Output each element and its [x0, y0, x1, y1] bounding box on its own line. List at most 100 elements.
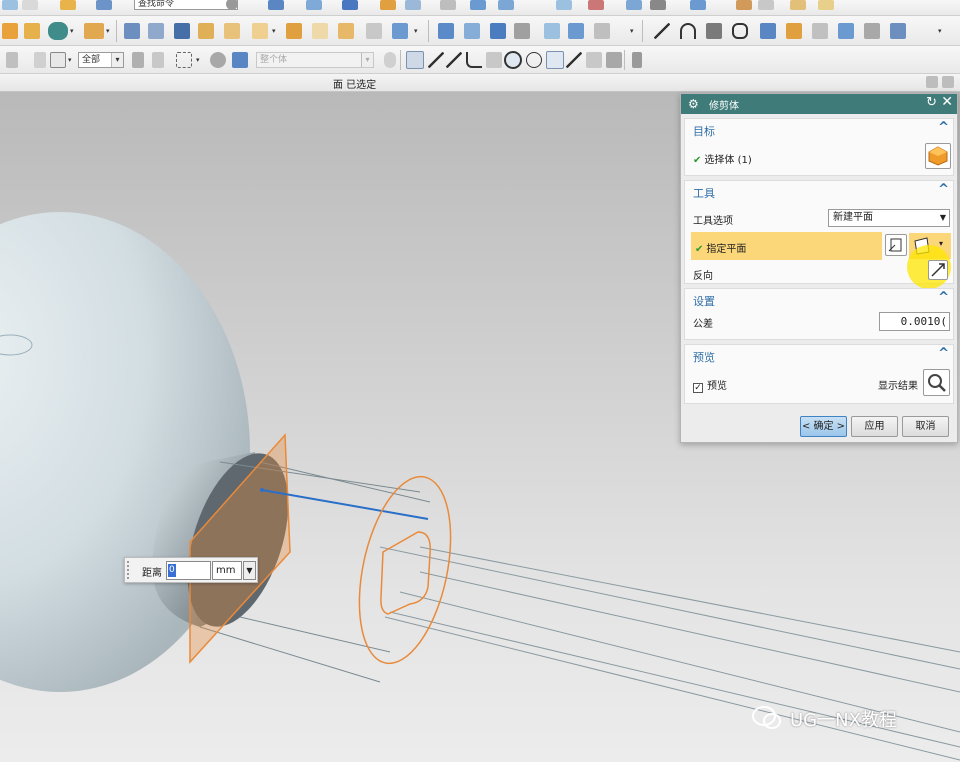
specify-plane-row[interactable]: ✔ 指定平面	[691, 232, 882, 260]
feature-icon[interactable]	[312, 23, 328, 39]
tool-icon[interactable]	[60, 0, 76, 10]
tool-icon[interactable]	[650, 0, 666, 10]
select-icon[interactable]	[50, 52, 66, 68]
tool-icon[interactable]	[818, 0, 834, 10]
reset-icon[interactable]: ↻	[926, 95, 937, 110]
curve-icon[interactable]	[732, 23, 748, 39]
surface-icon[interactable]	[438, 23, 454, 39]
feature-icon[interactable]	[366, 23, 382, 39]
reverse-direction-button[interactable]	[928, 260, 948, 280]
snap-midpoint-icon[interactable]	[428, 52, 444, 68]
snap-icon[interactable]	[384, 52, 396, 68]
tool-icon[interactable]	[96, 0, 112, 10]
snap-icon[interactable]	[152, 52, 164, 68]
feature-icon[interactable]	[48, 22, 68, 40]
snap-curve-icon[interactable]	[466, 52, 482, 68]
ok-button[interactable]: < 确定 >	[800, 416, 847, 437]
surface-icon[interactable]	[464, 23, 480, 39]
tool-icon[interactable]	[268, 0, 284, 10]
preview-checkbox-row[interactable]: ✓ 预览	[693, 377, 727, 393]
curve-icon[interactable]	[890, 23, 906, 39]
tool-icon[interactable]	[690, 0, 706, 10]
window-icon[interactable]	[926, 76, 938, 88]
search-command-input[interactable]: 查找命令	[134, 0, 238, 10]
tool-icon[interactable]	[440, 0, 456, 10]
curve-icon[interactable]	[786, 23, 802, 39]
feature-icon[interactable]	[224, 23, 240, 39]
tool-icon[interactable]	[22, 0, 38, 10]
cancel-button[interactable]: 取消	[902, 416, 949, 437]
tool-icon[interactable]	[790, 0, 806, 10]
tool-group-header[interactable]: 工具 ^	[685, 181, 953, 201]
curve-icon[interactable]	[760, 23, 776, 39]
settings-group-header[interactable]: 设置 ^	[685, 289, 953, 309]
snap-line-icon[interactable]	[446, 52, 462, 68]
curve-icon[interactable]	[864, 23, 880, 39]
tolerance-input[interactable]: 0.0010(	[879, 312, 950, 331]
curve-icon[interactable]	[654, 23, 670, 39]
snap-quadrant-icon[interactable]	[526, 52, 542, 68]
plane-dialog-button[interactable]	[885, 234, 907, 256]
curve-icon[interactable]	[680, 23, 696, 39]
preview-checkbox[interactable]: ✓	[693, 383, 703, 393]
snap-endpoint-icon[interactable]	[406, 51, 424, 69]
filter-icon[interactable]	[34, 52, 46, 68]
curve-icon[interactable]	[706, 23, 722, 39]
gear-icon[interactable]: ⚙	[688, 97, 699, 111]
doc-icon[interactable]	[632, 52, 642, 68]
tool-icon[interactable]	[556, 0, 572, 10]
view-icon[interactable]	[232, 52, 248, 68]
surface-icon[interactable]	[544, 23, 560, 39]
feature-icon[interactable]	[84, 23, 104, 39]
tool-icon[interactable]	[342, 0, 358, 10]
tool-icon[interactable]	[736, 0, 752, 10]
tool-icon[interactable]	[626, 0, 642, 10]
dialog-title-bar[interactable]: ⚙ 修剪体 ↻ ✕	[681, 94, 957, 114]
type-filter-select[interactable]: 全部 ▾	[78, 52, 124, 68]
select-body-row[interactable]: ✔ 选择体 (1)	[693, 151, 752, 166]
curve-icon[interactable]	[838, 23, 854, 39]
tool-icon[interactable]	[758, 0, 774, 10]
feature-icon[interactable]	[252, 23, 268, 39]
feature-icon[interactable]	[148, 23, 164, 39]
feature-icon[interactable]	[2, 23, 18, 39]
tool-icon[interactable]	[498, 0, 514, 10]
view-icon[interactable]	[210, 52, 226, 68]
apply-button[interactable]: 应用	[851, 416, 898, 437]
unit-select[interactable]: mm	[212, 561, 242, 580]
chevron-up-icon[interactable]: ^	[938, 182, 949, 197]
select-body-button[interactable]	[925, 143, 951, 169]
close-icon[interactable]: ✕	[941, 94, 953, 110]
rectangle-select-icon[interactable]	[176, 52, 192, 68]
chevron-up-icon[interactable]: ^	[938, 346, 949, 361]
distance-field[interactable]: 0	[166, 561, 211, 580]
surface-icon[interactable]	[490, 23, 506, 39]
feature-icon[interactable]	[392, 23, 408, 39]
tool-option-select[interactable]: 新建平面 ▼	[828, 209, 950, 227]
surface-icon[interactable]	[568, 23, 584, 39]
snap-bounded-icon[interactable]	[606, 52, 622, 68]
window-icon[interactable]	[942, 76, 954, 88]
target-group-header[interactable]: 目标 ^	[685, 119, 953, 139]
curve-icon[interactable]	[812, 23, 828, 39]
selection-scope-select[interactable]: 整个体 ▾	[256, 52, 374, 68]
snap-center-icon[interactable]	[504, 51, 522, 69]
surface-icon[interactable]	[594, 23, 610, 39]
snap-intersection-icon[interactable]	[486, 52, 502, 68]
tool-icon[interactable]	[380, 0, 396, 10]
feature-icon[interactable]	[198, 23, 214, 39]
snap-icon[interactable]	[132, 52, 144, 68]
tool-icon[interactable]	[2, 0, 18, 10]
snap-face-icon[interactable]	[586, 52, 602, 68]
chevron-up-icon[interactable]: ^	[938, 120, 949, 135]
feature-icon[interactable]	[286, 23, 302, 39]
tool-icon[interactable]	[470, 0, 486, 10]
snap-tangent-icon[interactable]	[566, 52, 582, 68]
chevron-up-icon[interactable]: ^	[938, 290, 949, 305]
feature-icon[interactable]	[24, 23, 40, 39]
feature-icon[interactable]	[124, 23, 140, 39]
surface-icon[interactable]	[514, 23, 530, 39]
undo-icon[interactable]	[6, 52, 18, 68]
chevron-down-icon[interactable]: ▼	[243, 561, 256, 580]
feature-icon[interactable]	[174, 23, 190, 39]
